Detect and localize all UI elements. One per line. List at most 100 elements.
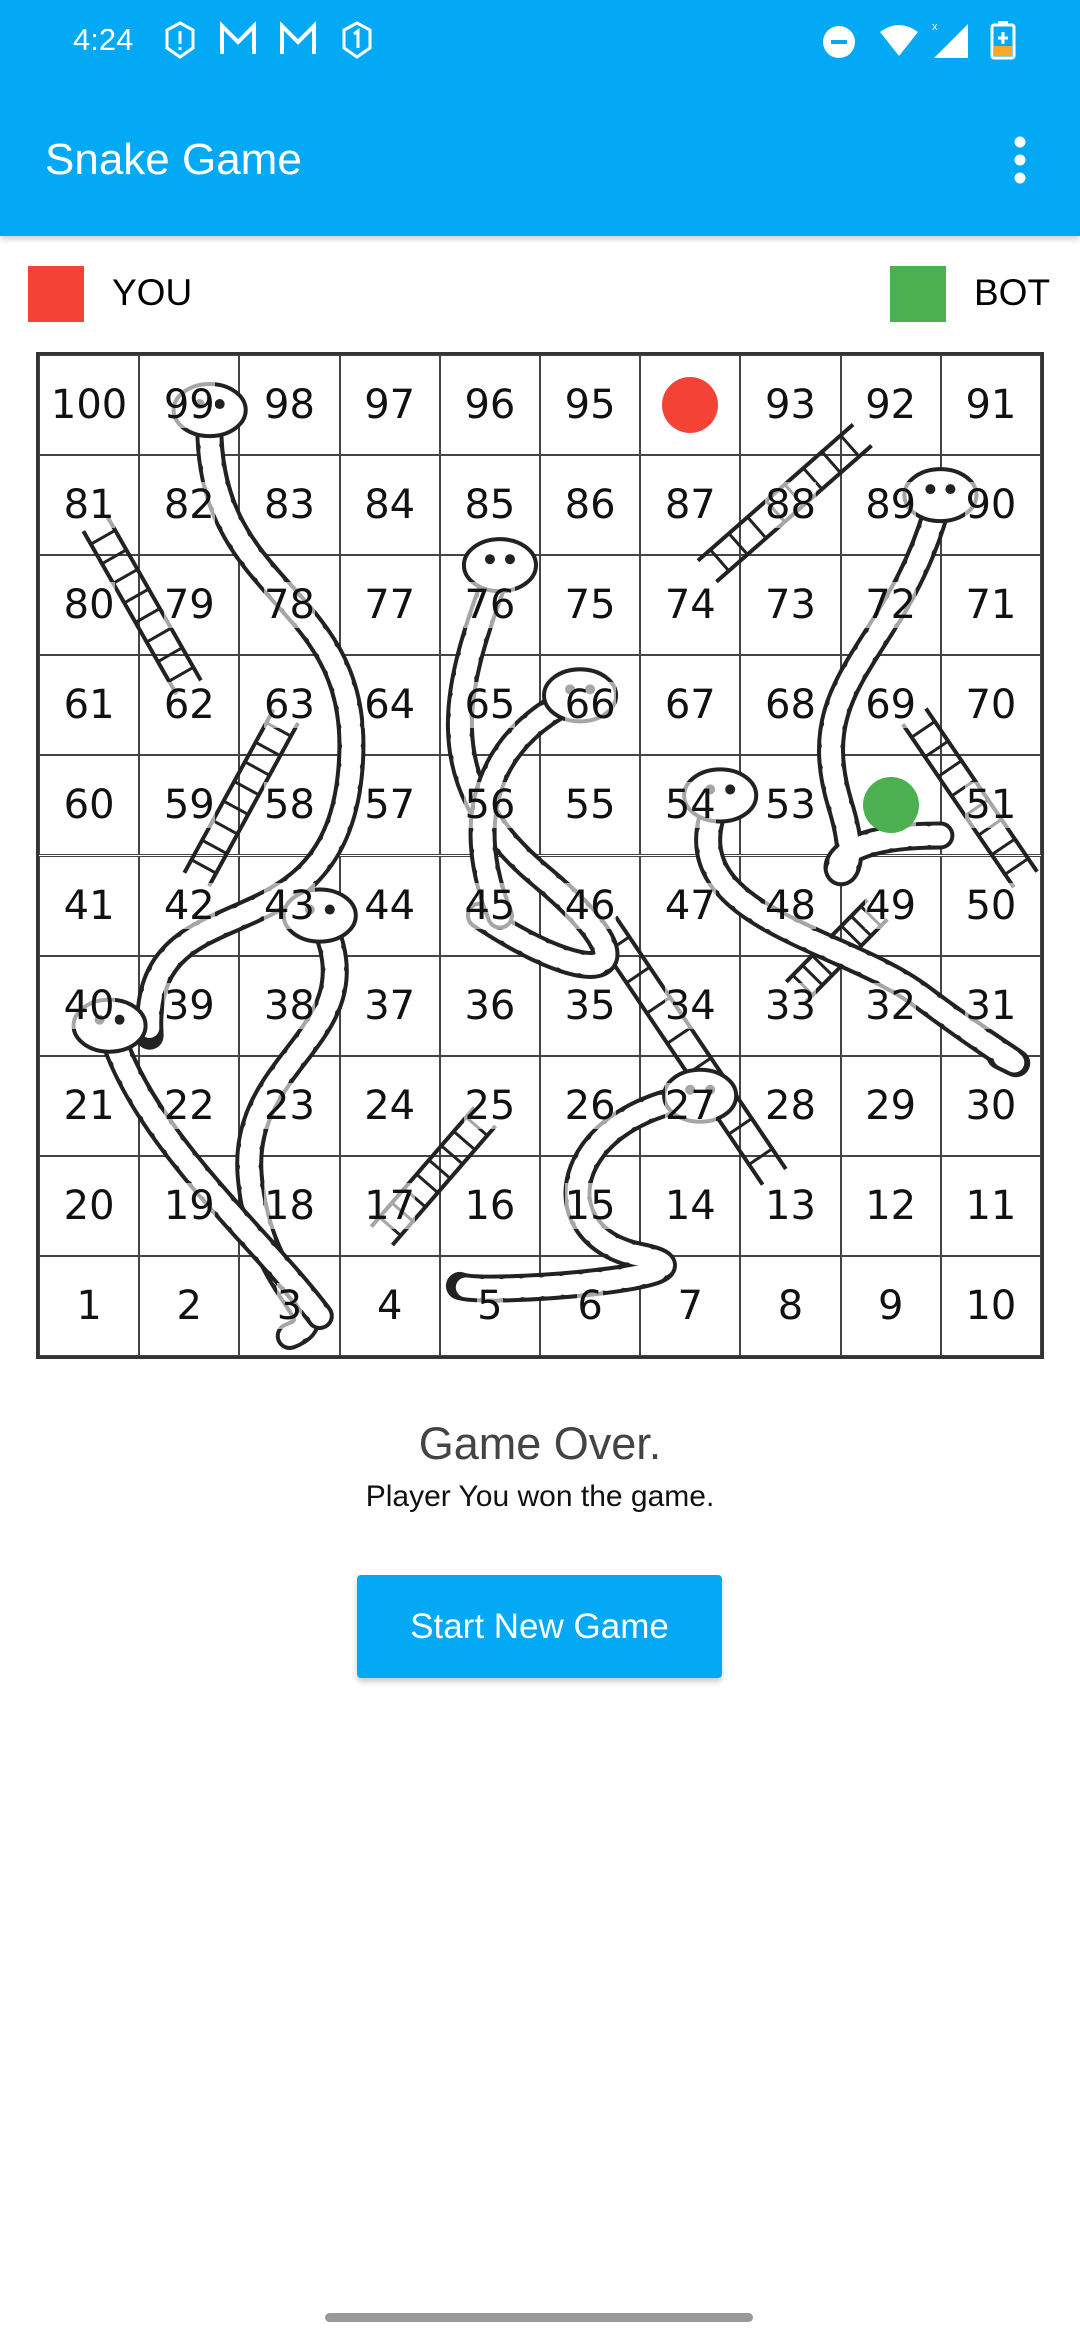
cell-number: 81 bbox=[63, 482, 115, 529]
cell-number: 79 bbox=[163, 582, 215, 629]
cell-number: 19 bbox=[163, 1182, 215, 1229]
cell-number: 62 bbox=[163, 682, 215, 729]
cell-number: 39 bbox=[163, 982, 215, 1029]
cell-number: 9 bbox=[877, 1282, 904, 1329]
cell-number: 99 bbox=[163, 382, 215, 429]
cell-number: 41 bbox=[63, 882, 115, 929]
gmail-icon bbox=[280, 21, 316, 54]
cell-number: 13 bbox=[765, 1182, 816, 1229]
gmail-icon bbox=[220, 21, 256, 54]
cell-number: 73 bbox=[765, 582, 816, 629]
battery-charging-icon bbox=[990, 21, 1016, 60]
cell-number: 25 bbox=[464, 1082, 516, 1129]
cell-number: 82 bbox=[163, 482, 215, 529]
gesture-nav-bar[interactable] bbox=[325, 2313, 753, 2322]
cell-number: 53 bbox=[765, 782, 816, 829]
cell-number: 49 bbox=[865, 882, 917, 929]
player-token bbox=[662, 377, 719, 434]
cell-number: 3 bbox=[276, 1282, 303, 1329]
cell-number: 54 bbox=[664, 782, 716, 829]
cell-number: 85 bbox=[464, 482, 516, 529]
cell-number: 70 bbox=[965, 682, 1017, 729]
cell-number: 91 bbox=[965, 382, 1017, 429]
status-time: 4:24 bbox=[73, 22, 134, 57]
cell-number: 1 bbox=[76, 1282, 102, 1329]
bot-color-swatch bbox=[890, 266, 946, 322]
cell-number: 16 bbox=[464, 1182, 516, 1229]
cell-number: 74 bbox=[664, 582, 716, 629]
cell-number: 35 bbox=[564, 982, 616, 1029]
cell-number: 100 bbox=[50, 382, 128, 429]
cell-number: 42 bbox=[163, 882, 215, 929]
app-title: Snake Game bbox=[45, 135, 302, 184]
cell-number: 26 bbox=[564, 1082, 616, 1129]
cell-number: 38 bbox=[264, 982, 315, 1029]
cell-number: 17 bbox=[364, 1182, 416, 1229]
cell-number: 68 bbox=[765, 682, 816, 729]
cell-number: 77 bbox=[364, 582, 416, 629]
cell-number: 6 bbox=[577, 1282, 603, 1329]
cell-number: 21 bbox=[63, 1082, 115, 1129]
player-label: YOU bbox=[112, 272, 193, 313]
cell-number: 14 bbox=[664, 1182, 716, 1229]
cell-number: 88 bbox=[765, 482, 816, 529]
cell-number: 31 bbox=[965, 982, 1017, 1029]
cell-number: 15 bbox=[564, 1182, 616, 1229]
cell-number: 55 bbox=[564, 782, 616, 829]
cell-number: 8 bbox=[777, 1282, 804, 1329]
bot-label: BOT bbox=[974, 272, 1051, 313]
cell-number: 56 bbox=[464, 782, 516, 829]
cell-number: 28 bbox=[765, 1082, 816, 1129]
cell-number: 5 bbox=[477, 1282, 503, 1329]
signal-icon: x bbox=[932, 21, 968, 58]
shield-alert-icon bbox=[165, 21, 195, 59]
cell-number: 33 bbox=[765, 982, 816, 1029]
cell-number: 18 bbox=[264, 1182, 315, 1229]
cell-number: 40 bbox=[63, 982, 115, 1029]
cell-number: 86 bbox=[564, 482, 616, 529]
cell-number: 20 bbox=[63, 1182, 115, 1229]
cell-number: 69 bbox=[865, 682, 917, 729]
cell-number: 61 bbox=[63, 682, 115, 729]
cell-number: 34 bbox=[664, 982, 716, 1029]
cell-number: 51 bbox=[965, 782, 1017, 829]
cell-number: 87 bbox=[664, 482, 716, 529]
cell-number: 57 bbox=[364, 782, 416, 829]
cell-number: 24 bbox=[364, 1082, 416, 1129]
player-color-swatch bbox=[28, 266, 84, 322]
start-new-game-button[interactable]: Start New Game bbox=[357, 1575, 722, 1678]
cell-number: 48 bbox=[765, 882, 816, 929]
cell-number: 97 bbox=[364, 382, 416, 429]
bot-token bbox=[862, 777, 919, 834]
cell-number: 23 bbox=[264, 1082, 315, 1129]
svg-text:x: x bbox=[932, 21, 938, 33]
cell-number: 95 bbox=[564, 382, 616, 429]
snake bbox=[71, 997, 334, 1330]
cell-number: 84 bbox=[364, 482, 416, 529]
cell-number: 78 bbox=[264, 582, 315, 629]
cell-number: 27 bbox=[664, 1082, 716, 1129]
cell-number: 89 bbox=[865, 482, 917, 529]
app-bar: 4:24 x Snake Game bbox=[0, 0, 1080, 236]
cell-number: 71 bbox=[965, 582, 1017, 629]
cell-number: 32 bbox=[865, 982, 917, 1029]
cell-number: 45 bbox=[464, 882, 516, 929]
cell-number: 46 bbox=[564, 882, 616, 929]
cell-number: 92 bbox=[865, 382, 917, 429]
cell-number: 90 bbox=[965, 482, 1017, 529]
cell-number: 67 bbox=[664, 682, 716, 729]
cell-number: 80 bbox=[63, 582, 115, 629]
game-result-message: Player You won the game. bbox=[365, 1480, 715, 1513]
cell-number: 60 bbox=[63, 782, 115, 829]
cell-number: 37 bbox=[364, 982, 416, 1029]
dnd-icon bbox=[823, 26, 855, 58]
cell-number: 4 bbox=[376, 1282, 403, 1329]
wifi-icon bbox=[880, 25, 918, 56]
cell-number: 65 bbox=[464, 682, 516, 729]
cell-number: 59 bbox=[163, 782, 215, 829]
cell-number: 76 bbox=[464, 582, 516, 629]
cell-number: 98 bbox=[264, 382, 315, 429]
game-board: 1009998979695949392918182838485868788899… bbox=[36, 352, 1044, 1359]
cell-number: 11 bbox=[965, 1182, 1017, 1229]
more-vert-icon[interactable] bbox=[1005, 135, 1035, 185]
